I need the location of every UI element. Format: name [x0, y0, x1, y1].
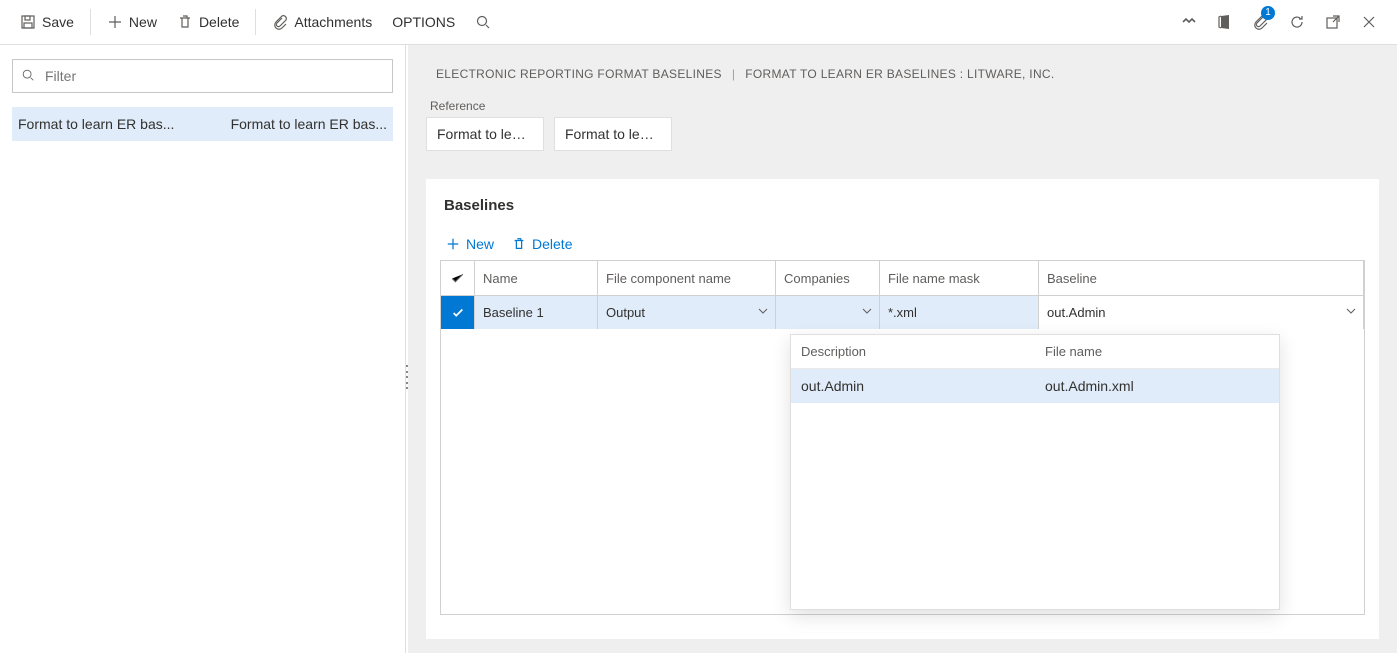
list-col-1: Format to learn ER bas...	[18, 116, 174, 132]
new-label: New	[129, 14, 157, 30]
save-icon	[20, 14, 36, 30]
filter-input-wrap[interactable]	[12, 59, 393, 93]
baseline-lookup-popup: Description File name out.Admin out.Admi…	[790, 334, 1280, 610]
separator	[255, 9, 256, 35]
attachments-button[interactable]: Attachments	[262, 8, 382, 36]
chevron-down-icon[interactable]	[757, 305, 769, 320]
check-icon	[451, 306, 465, 320]
breadcrumb-1[interactable]: ELECTRONIC REPORTING FORMAT BASELINES	[436, 67, 722, 81]
popup-col-description[interactable]: Description	[791, 335, 1035, 368]
breadcrumb-sep: |	[732, 67, 735, 81]
header-baseline[interactable]: Baseline	[1039, 261, 1364, 295]
plus-icon	[446, 237, 460, 251]
toolbar: Save New Delete Attachments OPTIONS 1	[0, 0, 1397, 45]
filter-input[interactable]	[43, 67, 384, 85]
cell-file-mask[interactable]: *.xml	[880, 296, 1039, 329]
header-select-all[interactable]	[441, 261, 475, 295]
search-button[interactable]	[465, 8, 501, 36]
cell-file-component[interactable]: Output	[598, 296, 776, 329]
trash-icon	[177, 14, 193, 30]
chevron-down-icon[interactable]	[861, 305, 873, 320]
trash-icon	[512, 237, 526, 251]
paperclip-icon	[272, 14, 288, 30]
reference-chip-2[interactable]: Format to lear...	[554, 117, 672, 151]
card-title: Baselines	[444, 197, 1365, 214]
delete-label: Delete	[199, 14, 239, 30]
refresh-icon[interactable]	[1279, 0, 1315, 45]
sidebar-list-row[interactable]: Format to learn ER bas... Format to lear…	[12, 107, 393, 141]
breadcrumb-2[interactable]: FORMAT TO LEARN ER BASELINES : LITWARE, …	[745, 67, 1054, 81]
reference-label: Reference	[430, 99, 1379, 113]
cell-baseline[interactable]: out.Admin	[1039, 296, 1364, 329]
attachments-sys-icon[interactable]: 1	[1243, 0, 1279, 45]
popup-header: Description File name	[791, 335, 1279, 369]
search-icon	[21, 68, 35, 85]
attachments-label: Attachments	[294, 14, 372, 30]
popup-row[interactable]: out.Admin out.Admin.xml	[791, 369, 1279, 403]
separator	[90, 9, 91, 35]
sidebar: Format to learn ER bas... Format to lear…	[0, 45, 406, 653]
cell-name[interactable]: Baseline 1	[475, 296, 598, 329]
office-icon[interactable]	[1207, 0, 1243, 45]
card-new-label: New	[466, 236, 494, 252]
popup-cell-filename: out.Admin.xml	[1035, 369, 1279, 403]
card-delete-label: Delete	[532, 236, 572, 252]
search-icon	[475, 14, 491, 30]
reference-chip-1[interactable]: Format to lear...	[426, 117, 544, 151]
header-name[interactable]: Name	[475, 261, 598, 295]
connector-icon[interactable]	[1171, 0, 1207, 45]
breadcrumb: ELECTRONIC REPORTING FORMAT BASELINES | …	[436, 67, 1379, 81]
save-button[interactable]: Save	[10, 8, 84, 36]
popout-icon[interactable]	[1315, 0, 1351, 45]
grid-header: Name File component name Companies File …	[441, 261, 1364, 296]
notification-badge: 1	[1261, 6, 1275, 20]
grid-row[interactable]: Baseline 1 Output *.xml out.Admin	[441, 296, 1364, 329]
reference-row: Format to lear... Format to lear...	[426, 117, 1379, 151]
new-button[interactable]: New	[97, 8, 167, 36]
row-selector[interactable]	[441, 296, 475, 329]
card-delete-button[interactable]: Delete	[512, 236, 572, 252]
save-label: Save	[42, 14, 74, 30]
header-file-component[interactable]: File component name	[598, 261, 776, 295]
header-file-mask[interactable]: File name mask	[880, 261, 1039, 295]
close-icon[interactable]	[1351, 0, 1387, 45]
cell-companies[interactable]	[776, 296, 880, 329]
list-col-2: Format to learn ER bas...	[231, 116, 387, 132]
options-label: OPTIONS	[392, 14, 455, 30]
plus-icon	[107, 14, 123, 30]
header-companies[interactable]: Companies	[776, 261, 880, 295]
popup-col-filename[interactable]: File name	[1035, 335, 1279, 368]
options-button[interactable]: OPTIONS	[382, 8, 465, 36]
check-icon	[449, 270, 466, 287]
popup-cell-description: out.Admin	[791, 369, 1035, 403]
delete-button[interactable]: Delete	[167, 8, 249, 36]
card-new-button[interactable]: New	[446, 236, 494, 252]
card-actions: New Delete	[446, 236, 1365, 252]
chevron-down-icon[interactable]	[1345, 305, 1357, 320]
cell-baseline-value: out.Admin	[1047, 305, 1106, 320]
cell-file-component-value: Output	[606, 305, 645, 320]
